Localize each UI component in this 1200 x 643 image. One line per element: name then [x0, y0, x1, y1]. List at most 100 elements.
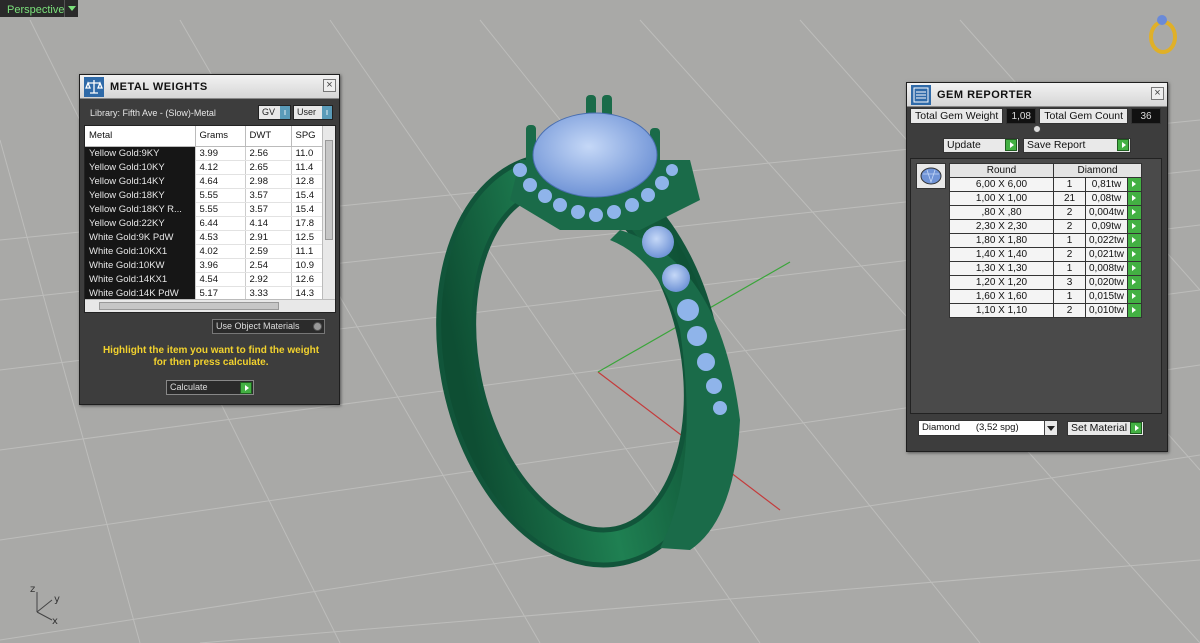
table-row[interactable]: White Gold:10KX1 4.02 2.59 11.1 — [85, 244, 324, 259]
total-gem-weight-label: Total Gem Weight — [910, 108, 1004, 124]
table-row[interactable]: Yellow Gold:14KY 4.64 2.98 12.8 — [85, 174, 324, 189]
update-button[interactable]: Update — [943, 138, 1019, 153]
axis-gizmo — [36, 592, 53, 621]
gem-weight-cell: 0,022tw — [1085, 233, 1128, 248]
update-play-icon[interactable] — [1005, 139, 1017, 151]
select-gem-play-icon[interactable] — [1127, 191, 1142, 206]
chevron-down-icon[interactable] — [1044, 421, 1057, 435]
table-row[interactable]: 6,00 X 6,00 1 0,81tw — [949, 177, 1142, 192]
gem-size-cell: 1,40 X 1,40 — [949, 247, 1054, 262]
table-row[interactable]: 1,20 X 1,20 3 0,020tw — [949, 275, 1142, 290]
table-row[interactable]: 1,00 X 1,00 21 0,08tw — [949, 191, 1142, 206]
table-row[interactable]: 1,40 X 1,40 2 0,021tw — [949, 247, 1142, 262]
metal-value-cell: 3.57 — [245, 188, 292, 203]
gem-reporter-titlebar[interactable]: GEM REPORTER × — [907, 83, 1167, 107]
gem-size-cell: 1,80 X 1,80 — [949, 233, 1054, 248]
select-gem-play-icon[interactable] — [1127, 205, 1142, 220]
table-row[interactable]: Yellow Gold:22KY 6.44 4.14 17.8 — [85, 216, 324, 231]
metal-value-cell: 15.4 — [291, 188, 324, 203]
calculate-button[interactable]: Calculate — [166, 380, 254, 395]
gem-weight-cell: 0,008tw — [1085, 261, 1128, 276]
table-row[interactable]: 1,80 X 1,80 1 0,022tw — [949, 233, 1142, 248]
metal-value-cell: 12.5 — [291, 230, 324, 245]
save-report-play-icon[interactable] — [1117, 139, 1129, 151]
metal-weights-title: METAL WEIGHTS — [110, 80, 208, 93]
metal-value-cell: 5.55 — [195, 202, 246, 217]
metal-value-cell: 5.55 — [195, 188, 246, 203]
vertical-scroll-thumb[interactable] — [325, 140, 333, 240]
set-material-button[interactable]: Set Material — [1067, 421, 1145, 436]
column-header-material: Diamond — [1053, 163, 1142, 178]
table-row[interactable]: 1,30 X 1,30 1 0,008tw — [949, 261, 1142, 276]
gem-list-area[interactable]: Round Diamond 6,00 X 6,00 1 0,81tw 1,00 X 1… — [910, 158, 1162, 414]
set-material-play-icon[interactable] — [1130, 422, 1143, 434]
axis-x-label: x — [52, 616, 58, 627]
column-header[interactable]: SPG — [291, 126, 324, 147]
table-row[interactable]: White Gold:14K PdW 5.17 3.33 14.3 — [85, 286, 324, 301]
metal-value-cell: 2.54 — [245, 258, 292, 273]
user-dropdown-label: User — [297, 107, 317, 117]
metal-table-horizontal-scrollbar[interactable] — [85, 299, 335, 312]
use-object-materials-toggle[interactable]: Use Object Materials — [212, 319, 325, 334]
select-gem-play-icon[interactable] — [1127, 261, 1142, 276]
gem-count-cell: 1 — [1053, 177, 1086, 192]
viewport-menu-arrow[interactable] — [64, 0, 78, 17]
ring-logo-icon — [1149, 15, 1177, 54]
gem-panel-splitter-handle[interactable] — [1033, 125, 1041, 133]
table-row[interactable]: White Gold:10KW 3.96 2.54 10.9 — [85, 258, 324, 273]
table-row[interactable]: Yellow Gold:18KY 5.55 3.57 15.4 — [85, 188, 324, 203]
column-header[interactable]: Grams — [195, 126, 246, 147]
metal-value-cell: 3.99 — [195, 146, 246, 161]
select-gem-play-icon[interactable] — [1127, 219, 1142, 234]
gem-size-cell: 1,30 X 1,30 — [949, 261, 1054, 276]
gem-weight-cell: 0,015tw — [1085, 289, 1128, 304]
total-gem-count-label: Total Gem Count — [1039, 108, 1129, 124]
column-header[interactable]: DWT — [245, 126, 292, 147]
gem-reporter-close-button[interactable]: × — [1151, 87, 1164, 100]
metal-value-cell: 3.96 — [195, 258, 246, 273]
column-header[interactable]: Metal — [85, 126, 196, 147]
metal-value-cell: 4.02 — [195, 244, 246, 259]
metal-table-vertical-scrollbar[interactable] — [322, 126, 335, 300]
instruction-line-2: for then press calculate. — [153, 357, 269, 368]
table-row[interactable]: ,80 X ,80 2 0,004tw — [949, 205, 1142, 220]
metal-value-cell: 12.6 — [291, 272, 324, 287]
metal-weights-table[interactable]: Metal Grams DWT SPG Yellow Gold:9KY 3.99 2.56… — [84, 125, 336, 313]
gem-report-table[interactable]: Round Diamond 6,00 X 6,00 1 0,81tw 1,00 X 1… — [949, 163, 1142, 318]
metal-weights-titlebar[interactable]: METAL WEIGHTS × — [80, 75, 339, 99]
metal-name-cell: Yellow Gold:18KY — [85, 188, 196, 202]
user-dropdown[interactable]: User ı — [293, 105, 333, 120]
select-gem-play-icon[interactable] — [1127, 233, 1142, 248]
table-row[interactable]: White Gold:9K PdW 4.53 2.91 12.5 — [85, 230, 324, 245]
material-select[interactable]: Diamond (3,52 spg) — [918, 420, 1058, 436]
save-report-button[interactable]: Save Report — [1023, 138, 1131, 153]
gv-dropdown[interactable]: GV ı — [258, 105, 291, 120]
user-dropdown-toggle-icon[interactable]: ı — [322, 106, 332, 119]
round-diamond-icon[interactable] — [916, 163, 946, 189]
calculate-play-icon[interactable] — [240, 382, 252, 394]
select-gem-play-icon[interactable] — [1127, 177, 1142, 192]
gem-count-cell: 2 — [1053, 205, 1086, 220]
gv-dropdown-toggle-icon[interactable]: ı — [280, 106, 290, 119]
viewport-label[interactable]: Perspective — [0, 0, 71, 17]
table-row[interactable]: White Gold:14KX1 4.54 2.92 12.6 — [85, 272, 324, 287]
horizontal-scroll-thumb[interactable] — [99, 302, 279, 310]
select-gem-play-icon[interactable] — [1127, 303, 1142, 318]
table-row[interactable]: Yellow Gold:10KY 4.12 2.65 11.4 — [85, 160, 324, 175]
select-gem-play-icon[interactable] — [1127, 247, 1142, 262]
metal-name-cell: Yellow Gold:9KY — [85, 146, 196, 160]
select-gem-play-icon[interactable] — [1127, 275, 1142, 290]
table-row[interactable]: Yellow Gold:18KY R... 5.55 3.57 15.4 — [85, 202, 324, 217]
gem-size-cell: 2,30 X 2,30 — [949, 219, 1054, 234]
metal-weights-close-button[interactable]: × — [323, 79, 336, 92]
save-report-label: Save Report — [1027, 139, 1086, 151]
table-row[interactable]: 1,10 X 1,10 2 0,010tw — [949, 303, 1142, 318]
table-row[interactable]: 2,30 X 2,30 2 0,09tw — [949, 219, 1142, 234]
select-gem-play-icon[interactable] — [1127, 289, 1142, 304]
material-select-value: Diamond (3,52 spg) — [922, 422, 1019, 433]
metal-name-cell: Yellow Gold:22KY — [85, 216, 196, 230]
metal-value-cell: 4.53 — [195, 230, 246, 245]
gem-report-icon — [911, 84, 931, 105]
table-row[interactable]: Yellow Gold:9KY 3.99 2.56 11.0 — [85, 146, 324, 161]
table-row[interactable]: 1,60 X 1,60 1 0,015tw — [949, 289, 1142, 304]
